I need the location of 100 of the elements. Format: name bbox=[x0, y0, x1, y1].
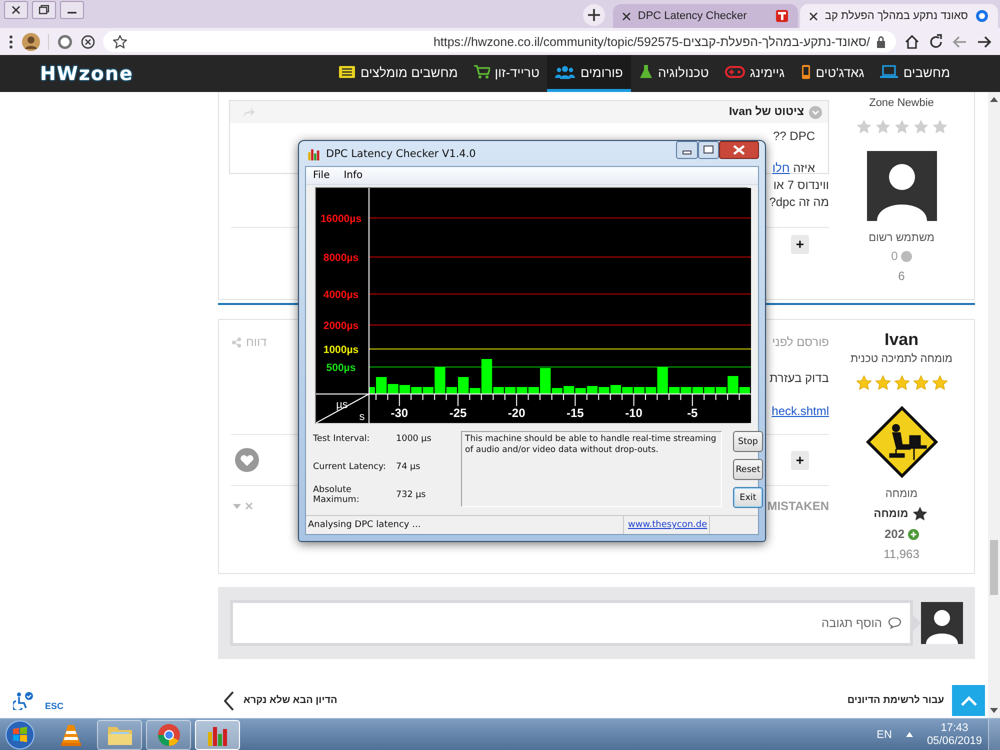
message-box: This machine should be able to handle real-time streaming of audio and/or video data without drop-outs. bbox=[461, 431, 722, 507]
stat-label: Test Interval: bbox=[313, 434, 371, 444]
next-topic-link[interactable]: הדיון הבא שלא נקרא bbox=[244, 695, 338, 706]
website-link[interactable]: www.thesycon.de bbox=[628, 520, 708, 530]
home-icon[interactable] bbox=[904, 34, 920, 50]
cart-icon bbox=[474, 65, 490, 79]
restore-icon[interactable] bbox=[32, 1, 56, 19]
star-icon bbox=[912, 119, 928, 135]
dialog-button[interactable]: Stop bbox=[733, 431, 763, 452]
maximize-icon[interactable] bbox=[698, 141, 719, 159]
minimize-icon[interactable] bbox=[60, 1, 84, 19]
add-button[interactable]: + bbox=[791, 235, 809, 254]
browser-tab[interactable]: סאונד נתקע במהלך הפעלת קב bbox=[800, 4, 998, 28]
tick-label: 2000µs bbox=[323, 320, 359, 332]
star-icon bbox=[874, 119, 890, 135]
user-rank: Zone Newbie bbox=[869, 97, 934, 109]
circle-icon[interactable] bbox=[57, 34, 73, 50]
diagonal-line bbox=[316, 394, 370, 423]
stat-value: 1000 µs bbox=[396, 434, 432, 444]
add-button[interactable]: + bbox=[791, 450, 809, 470]
dialog-button[interactable]: Reset bbox=[733, 459, 763, 480]
tick-label: 1000µs bbox=[323, 344, 359, 356]
reload-icon[interactable] bbox=[928, 34, 944, 50]
star-icon bbox=[856, 119, 872, 135]
reply-field[interactable]: הוסף תגובה bbox=[230, 600, 913, 646]
avatar-icon bbox=[921, 602, 963, 644]
close-icon[interactable] bbox=[4, 1, 28, 19]
user-name[interactable]: Ivan bbox=[884, 330, 919, 350]
avatar-icon bbox=[866, 151, 936, 221]
nav-item[interactable]: טכנולוגיה bbox=[630, 55, 717, 92]
quote-text: DPC ?? bbox=[772, 128, 815, 144]
user-group: משתמש רשום bbox=[868, 232, 934, 244]
nav-item[interactable]: מחשבים מומלצים bbox=[331, 55, 466, 92]
window-title: DPC Latency Checker V1.4.0 bbox=[326, 148, 476, 160]
close-icon[interactable] bbox=[808, 12, 818, 20]
user-rank: מומחה לתמיכה טכנית bbox=[850, 353, 952, 365]
chevron-left-icon[interactable] bbox=[224, 690, 234, 710]
nav-item[interactable]: גיימינג bbox=[716, 55, 793, 92]
link[interactable]: heck.shtml bbox=[772, 404, 829, 418]
tick-label: 8000µs bbox=[323, 252, 359, 264]
new-tab-icon[interactable] bbox=[582, 4, 605, 26]
forward-arrow-icon[interactable] bbox=[976, 34, 992, 50]
dialog-button[interactable]: Exit bbox=[733, 487, 763, 508]
axis-label: µs bbox=[336, 399, 348, 411]
tick-label: -20 bbox=[508, 406, 526, 420]
stat-label: Absolute Maximum: bbox=[313, 485, 360, 505]
tick-label: -10 bbox=[625, 406, 642, 420]
footer-label: MISTAKEN bbox=[767, 499, 829, 513]
nav-item[interactable]: מחשבים bbox=[872, 55, 958, 92]
language-indicator[interactable]: EN bbox=[876, 728, 892, 740]
menu-icon[interactable] bbox=[8, 34, 14, 50]
close-button[interactable] bbox=[719, 141, 759, 159]
tick-label: 16000µs bbox=[320, 213, 362, 225]
tick-label: 500µs bbox=[326, 362, 356, 374]
scrollbar-thumb[interactable] bbox=[990, 540, 998, 595]
stat-value: 732 µs bbox=[396, 490, 426, 500]
like-button[interactable] bbox=[235, 448, 259, 472]
phone-icon bbox=[800, 64, 811, 80]
site-logo[interactable]: HWzone bbox=[40, 62, 134, 84]
accessibility-icon[interactable] bbox=[13, 692, 33, 710]
user-group: מומחה bbox=[885, 488, 918, 500]
reputation-count: 202 bbox=[884, 527, 905, 541]
status-text: Analysing DPC latency ... bbox=[307, 520, 422, 530]
back-to-list-link[interactable]: עבור לרשימת הדיונים bbox=[847, 695, 944, 706]
post-count: 11,963 bbox=[884, 547, 920, 561]
scroll-up-icon[interactable] bbox=[990, 96, 998, 102]
taskbar-button[interactable] bbox=[146, 720, 191, 750]
stat-value: 74 µs bbox=[396, 462, 420, 472]
star-icon bbox=[932, 119, 948, 135]
menu-item[interactable]: File bbox=[306, 170, 337, 181]
browser-tab[interactable]: DPC Latency Checker bbox=[612, 4, 798, 28]
scroll-down-icon[interactable] bbox=[990, 708, 998, 714]
link[interactable]: חלו bbox=[772, 161, 790, 175]
traffic-cone-icon bbox=[60, 722, 82, 746]
clock-date[interactable]: 05/06/2019 bbox=[926, 734, 982, 748]
start-orb-icon bbox=[5, 720, 35, 750]
taskbar-button[interactable] bbox=[195, 720, 240, 750]
avatar-icon[interactable] bbox=[22, 32, 40, 50]
badge-label: מומחה bbox=[874, 508, 908, 520]
nav-item[interactable]: טרייד-זון bbox=[466, 55, 548, 92]
star-badge-icon bbox=[911, 506, 930, 522]
close-icon[interactable] bbox=[622, 12, 631, 20]
star-icon[interactable] bbox=[113, 34, 127, 48]
minimize-icon[interactable] bbox=[676, 141, 698, 159]
nav-item[interactable]: פורומים bbox=[547, 55, 631, 92]
speech-bubble-icon bbox=[888, 617, 901, 629]
start-button[interactable] bbox=[4, 720, 36, 750]
quote-text: איזה חלו bbox=[772, 160, 815, 176]
menu-item[interactable]: Info bbox=[336, 170, 370, 181]
scroll-top-button[interactable] bbox=[952, 685, 985, 716]
address-bar[interactable]: https://hwzone.co.il/community/topic/592575-סאונד-נתקע-במהלך-הפעלת-קבצים/ bbox=[103, 31, 896, 52]
star-icon bbox=[856, 375, 872, 391]
tick-label: -25 bbox=[449, 406, 467, 420]
escape-label[interactable]: ESC bbox=[45, 700, 64, 710]
caret-up-icon[interactable] bbox=[906, 732, 913, 737]
nav-item[interactable]: גאדג'טים bbox=[792, 55, 872, 92]
post-text: ווינדוס 7 או bbox=[773, 177, 829, 194]
close-circle-icon[interactable] bbox=[81, 34, 95, 48]
bar bbox=[399, 385, 410, 394]
post-text: מה זה dpc? bbox=[769, 194, 829, 211]
